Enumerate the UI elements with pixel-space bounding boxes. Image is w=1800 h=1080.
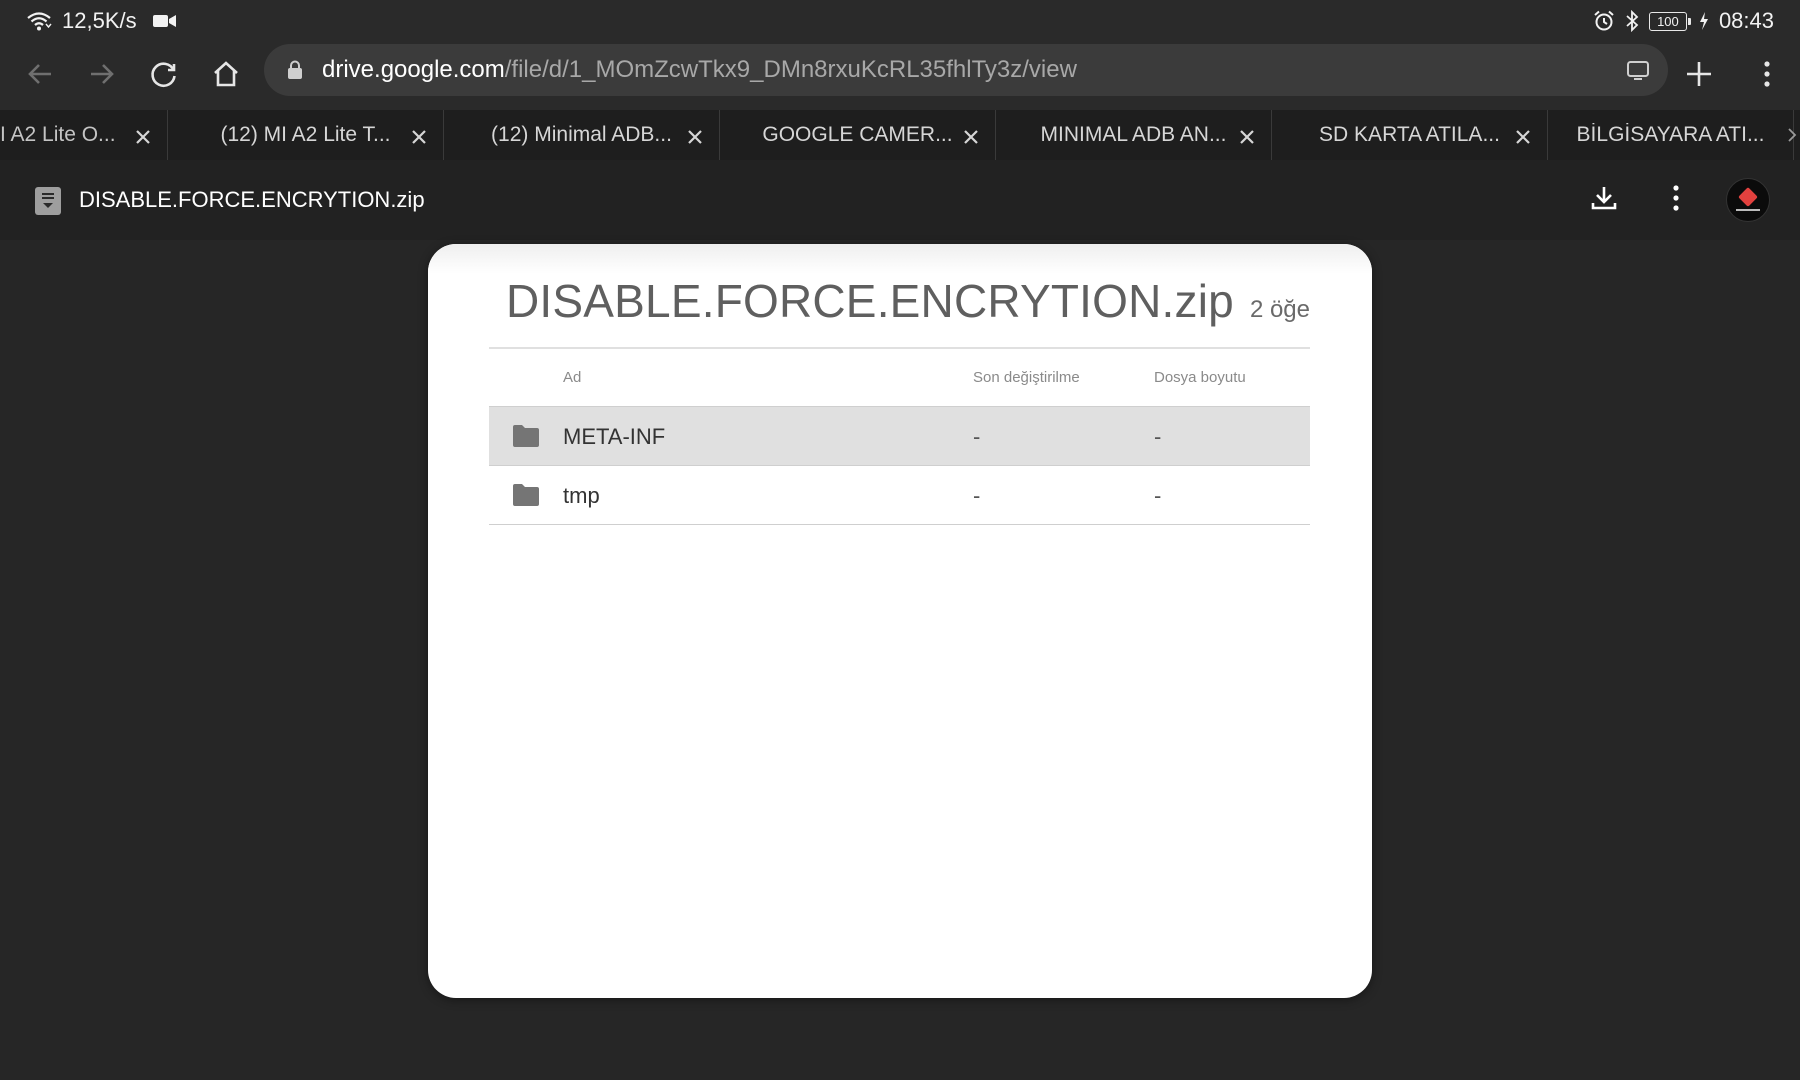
tab-title: MINIMAL ADB AN... [1040,123,1227,146]
new-tab-icon [1684,59,1714,94]
browser-menu-button[interactable] [1734,46,1800,106]
menu-icon [1763,59,1771,94]
zip-title: DISABLE.FORCE.ENCRYTION.zip 2 öğe [506,274,1310,328]
table-row[interactable]: tmp - - [489,466,1310,525]
tab-close-icon[interactable] [1515,127,1531,151]
clock: 08:43 [1718,8,1774,33]
tab-strip: I A2 Lite O... (12) MI A2 Lite T... (12)… [0,110,1800,160]
video-camera-icon [152,13,177,29]
back-arrow-icon [25,59,55,94]
row-modified: - [973,483,981,508]
browser-tab[interactable]: GOOGLE CAMER... [720,110,996,160]
browser-tab[interactable]: BİLGİSAYARA ATI... [1548,110,1794,160]
folder-icon [513,484,539,511]
url-path: /file/d/1_MOmZcwTkx9_DMn8rxuKcRL35fhlTy3… [504,56,1077,83]
battery-level: 100 [1657,13,1679,29]
tab-title: (12) Minimal ADB... [491,123,672,146]
column-header-modified[interactable]: Son değiştirilme [973,369,1080,386]
tab-close-icon[interactable] [963,127,979,151]
browser-tab[interactable]: I A2 Lite O... [0,110,168,160]
table-row[interactable]: META-INF - - [489,407,1310,466]
network-speed: 12,5K/s [62,8,137,33]
status-bar: 12,5K/s 100 08:43 [0,0,1800,42]
home-icon [211,59,241,94]
tab-title: I A2 Lite O... [0,123,116,146]
chevron-right-icon[interactable] [1784,110,1800,160]
table-header: Ad Son değiştirilme Dosya boyutu [489,349,1310,407]
bluetooth-icon [1625,10,1639,32]
more-options-button[interactable] [1654,178,1698,222]
zip-file-name: DISABLE.FORCE.ENCRYTION.zip [506,275,1234,327]
column-header-size[interactable]: Dosya boyutu [1154,369,1246,386]
charging-icon [1699,12,1709,30]
tab-close-icon[interactable] [687,127,703,151]
url-text[interactable]: drive.google.com/file/d/1_MOmZcwTkx9_DMn… [322,56,1077,84]
wifi-icon [26,10,52,32]
forward-button[interactable] [72,46,132,106]
document-icon [35,187,61,220]
row-name: tmp [563,483,600,508]
address-bar[interactable]: drive.google.com/file/d/1_MOmZcwTkx9_DMn… [264,44,1668,96]
battery-icon: 100 [1648,11,1691,31]
lock-icon[interactable] [280,60,310,80]
tab-title: (12) MI A2 Lite T... [220,123,391,146]
browser-tab[interactable]: (12) Minimal ADB... [444,110,720,160]
browser-toolbar: drive.google.com/file/d/1_MOmZcwTkx9_DMn… [0,42,1800,110]
avatar-logo-text [1736,208,1760,211]
zip-item-count: 2 öğe [1249,296,1310,323]
tab-title: SD KARTA ATILA... [1319,123,1500,146]
zip-preview-card: DISABLE.FORCE.ENCRYTION.zip 2 öğe Ad Son… [428,244,1372,998]
reload-icon [149,59,179,94]
browser-tab[interactable]: MINIMAL ADB AN... [996,110,1272,160]
tab-close-icon[interactable] [135,127,151,151]
tab-switcher-icon[interactable] [1624,56,1652,89]
tab-title: BİLGİSAYARA ATI... [1576,123,1765,146]
download-button[interactable] [1582,178,1626,222]
viewer-file-title: DISABLE.FORCE.ENCRYTION.zip [79,187,425,212]
row-size: - [1154,424,1162,449]
new-tab-button[interactable] [1666,46,1732,106]
browser-tab[interactable]: SD KARTA ATILA... [1272,110,1548,160]
more-vert-icon [1672,184,1680,217]
column-header-name[interactable]: Ad [563,369,581,386]
row-size: - [1154,483,1162,508]
back-button[interactable] [10,46,70,106]
url-host: drive.google.com [322,56,505,83]
avatar-logo [1738,186,1758,207]
folder-icon [513,425,539,452]
viewer-header: DISABLE.FORCE.ENCRYTION.zip [0,160,1800,240]
row-name: META-INF [563,424,666,449]
alarm-icon [1593,10,1615,32]
forward-arrow-icon [87,59,117,94]
home-button[interactable] [196,46,256,106]
reload-button[interactable] [134,46,194,106]
row-modified: - [973,424,981,449]
tab-close-icon[interactable] [411,127,427,151]
browser-tab[interactable]: (12) MI A2 Lite T... [168,110,444,160]
tab-title: GOOGLE CAMER... [762,123,953,146]
zip-contents-table: Ad Son değiştirilme Dosya boyutu META-IN… [489,347,1310,525]
tab-close-icon[interactable] [1239,127,1255,151]
download-icon [1590,184,1618,217]
avatar[interactable] [1726,178,1770,222]
